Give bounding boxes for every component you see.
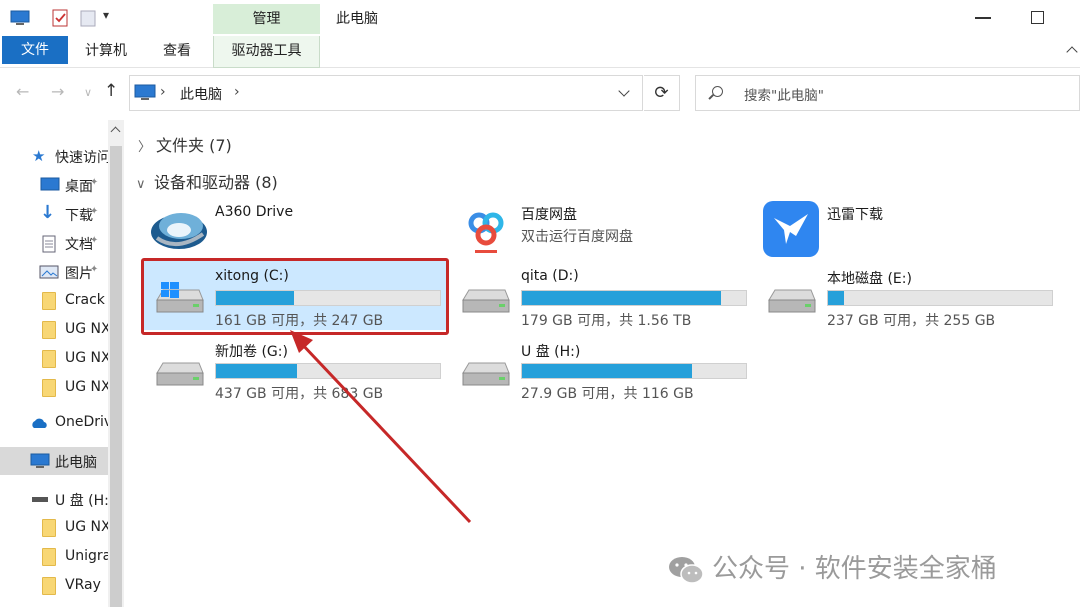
watermark: 公众号 · 软件安装全家桶: [668, 548, 997, 585]
wechat-icon: [669, 556, 704, 584]
annotation-arrow: [290, 330, 472, 524]
